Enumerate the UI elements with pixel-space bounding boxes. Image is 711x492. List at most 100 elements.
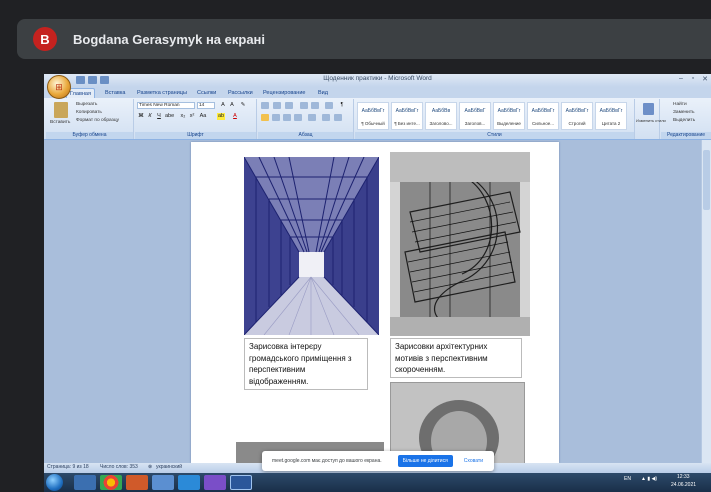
style-intense-emphasis[interactable]: АаБбВвГг Сильное... [527,102,559,130]
font-name-combo[interactable]: Times New Roman [137,102,195,109]
sort-icon[interactable] [325,102,333,109]
subscript-icon[interactable]: x₂ [179,113,187,120]
font-group: Times New Roman 14 A A ✎ Ж К Ч abe x₂ x²… [135,99,257,139]
presenter-banner: B Bogdana Gerasymyk на екрані [17,19,711,59]
styles-group-label: Стили [355,132,634,139]
status-page[interactable]: Страница: 9 из 18 [47,464,89,470]
multilevel-list-icon[interactable] [285,102,293,109]
style-name: Цитата 2 [601,121,621,126]
tray-icons[interactable]: ▲ ▮ ◀) [641,476,657,482]
chrome-icon[interactable] [100,475,122,490]
bullets-icon[interactable] [261,102,269,109]
style-name: Строгий [568,121,586,126]
align-right-icon[interactable] [283,114,291,121]
scroll-thumb[interactable] [703,150,710,210]
strikethrough-icon[interactable]: abe [165,113,174,120]
line-spacing-icon[interactable] [308,114,316,121]
stop-sharing-button[interactable]: Більше не ділитися [397,455,453,467]
minimize-icon[interactable]: – [677,75,685,83]
cut-button[interactable]: Вырезать [76,102,97,107]
media-player-icon[interactable] [126,475,148,490]
numbering-icon[interactable] [273,102,281,109]
caption-interior: Зарисовка інтерєру громадського приміщен… [244,338,368,390]
align-center-icon[interactable] [272,114,280,121]
grow-font-icon[interactable]: A [219,102,227,109]
status-word-count[interactable]: Число слов: 353 [100,464,138,470]
vertical-scrollbar[interactable] [701,140,711,463]
explorer-icon[interactable] [74,475,96,490]
justify-icon[interactable] [294,114,302,121]
office-button[interactable]: ⊞ [47,75,71,99]
borders-icon[interactable] [334,114,342,121]
window-controls: – ▫ ✕ [677,75,709,83]
caption-staircase: Зарисовки архітектурних мотивів з перспе… [390,338,522,378]
windows-taskbar: EN ▲ ▮ ◀) 12:33 24.06.2021 [44,473,711,492]
ribbon-tabs: Главная Вставка Разметка страницы Ссылки… [44,87,711,98]
style-sample: АаБбВвГ [464,108,486,114]
replace-button[interactable]: Заменить [673,110,695,115]
style-quote-2[interactable]: АаБбВвГг Цитата 2 [595,102,627,130]
shading-icon[interactable] [322,114,330,121]
status-language[interactable]: украинский [156,464,182,470]
maximize-icon[interactable]: ▫ [689,75,697,83]
increase-indent-icon[interactable] [311,102,319,109]
status-proofing-icon[interactable]: ⊗ [148,464,152,470]
tab-page-layout[interactable]: Разметка страницы [134,88,190,98]
style-sample: АаБбВвГг [361,108,385,114]
style-sample: АаБбВвГг [395,108,419,114]
style-no-spacing[interactable]: АаБбВвГг ¶ Без инте... [391,102,423,130]
select-button[interactable]: Выделить [673,118,695,123]
hide-notification-button[interactable]: Сховати [459,455,488,467]
word-taskbar-icon[interactable] [230,475,252,490]
paste-icon[interactable] [54,102,68,118]
copy-button[interactable]: Копировать [76,110,102,115]
clock-date[interactable]: 24.06.2021 [671,482,696,488]
style-emphasis[interactable]: АаБбВвГг Выделение [493,102,525,130]
font-color-icon[interactable]: A [231,113,239,120]
close-icon[interactable]: ✕ [701,75,709,83]
style-name: ¶ Без инте... [394,121,420,126]
interior-sketch-image [244,157,379,335]
word-title-bar: Щоденник практики - Microsoft Word – ▫ ✕ [44,74,711,87]
clear-format-icon[interactable]: ✎ [239,102,247,109]
change-styles-icon[interactable] [643,103,654,115]
screen-share-notification: meet.google.com має доступ до вашого екр… [262,451,494,471]
decrease-indent-icon[interactable] [300,102,308,109]
ribbon: Вставить Вырезать Копировать Формат по о… [44,98,711,140]
change-case-icon[interactable]: Aa [199,113,207,120]
format-painter-button[interactable]: Формат по образцу [76,118,119,123]
style-name: Сильное... [532,121,554,126]
tab-references[interactable]: Ссылки [194,88,219,98]
font-group-label: Шрифт [135,132,256,139]
style-normal[interactable]: АаБбВвГг ¶ Обычный [357,102,389,130]
style-sample: АаБбВвГг [565,108,589,114]
italic-icon[interactable]: К [146,113,154,120]
document-page[interactable]: Зарисовка інтерєру громадського приміщен… [191,142,559,463]
highlight-icon[interactable]: ab [217,113,225,120]
viber-icon[interactable] [204,475,226,490]
superscript-icon[interactable]: x² [188,113,196,120]
font-size-combo[interactable]: 14 [197,102,215,109]
style-heading-2[interactable]: АаБбВвГ Заголов... [459,102,491,130]
show-marks-icon[interactable]: ¶ [338,102,346,109]
bold-icon[interactable]: Ж [137,113,145,120]
start-button[interactable] [46,474,63,491]
style-strong[interactable]: АаБбВвГг Строгий [561,102,593,130]
underline-icon[interactable]: Ч [155,113,163,120]
align-left-icon[interactable] [261,114,269,121]
tab-mailings[interactable]: Рассылки [225,88,256,98]
tab-view[interactable]: Вид [315,88,331,98]
presenter-avatar: B [33,27,57,51]
find-button[interactable]: Найти [673,102,687,107]
folder-icon[interactable] [152,475,174,490]
styles-group: АаБбВвГг ¶ Обычный АаБбВвГг ¶ Без инте... … [355,99,635,139]
clock-time[interactable]: 12:33 [677,474,690,480]
tab-review[interactable]: Рецензирование [260,88,308,98]
tab-insert[interactable]: Вставка [102,88,128,98]
document-area: Зарисовка інтерєру громадського приміщен… [44,140,711,463]
paste-label[interactable]: Вставить [50,120,70,125]
telegram-icon[interactable] [178,475,200,490]
language-indicator[interactable]: EN [624,476,631,482]
style-heading-1[interactable]: АаБбВв Заголово... [425,102,457,130]
shrink-font-icon[interactable]: A [228,102,236,109]
